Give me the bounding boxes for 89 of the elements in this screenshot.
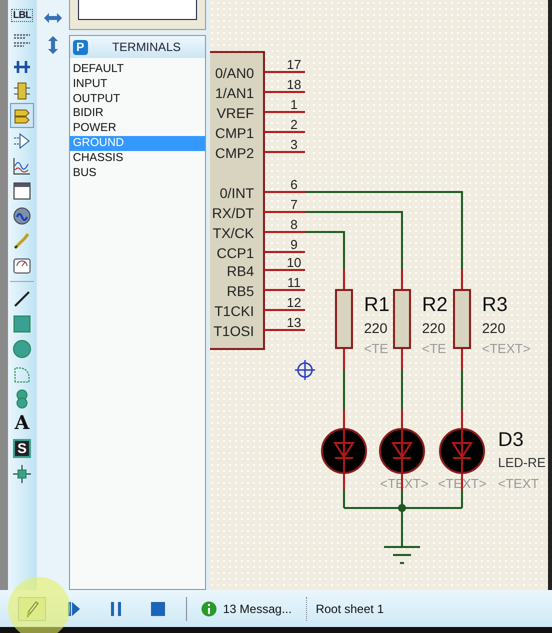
wire — [401, 370, 404, 410]
pin-number: 12 — [286, 295, 302, 310]
resistor-name: R3 — [482, 294, 508, 316]
terminal-item[interactable]: INPUT — [70, 76, 206, 92]
resistor-value: 220 — [482, 320, 506, 336]
terminal-item[interactable]: BUS — [70, 166, 206, 180]
messages-status[interactable]: 13 Messag... — [223, 602, 292, 616]
pin-label: RB4 — [226, 263, 254, 279]
resistor-name: R1 — [364, 294, 390, 316]
pin-line — [264, 111, 306, 113]
pin-number: 1 — [290, 97, 298, 112]
pin-label: CMP1 — [215, 125, 254, 141]
sheet-status: Root sheet 1 — [316, 602, 384, 616]
terminal-item[interactable]: OUTPUT — [70, 92, 206, 106]
wire — [461, 370, 464, 410]
resistor-text: <TE — [364, 341, 388, 356]
pin-line — [264, 231, 306, 233]
pin-number: 7 — [290, 197, 298, 212]
pin-line — [264, 211, 306, 213]
pin-line — [264, 289, 306, 291]
resistor-text: <TEXT> — [482, 341, 530, 356]
resistor-name: R2 — [422, 294, 448, 316]
box-icon — [12, 314, 32, 334]
pin-label: VREF — [216, 105, 254, 121]
pin-number: 6 — [290, 177, 298, 192]
pin-line — [264, 71, 306, 73]
resistor-drawing — [453, 289, 472, 349]
pick-button[interactable]: P — [72, 40, 88, 54]
stop-icon — [149, 600, 167, 618]
origin-marker-icon — [294, 359, 316, 381]
instrument-icon — [12, 256, 32, 276]
pin-label: 0/INT — [220, 185, 254, 201]
pin-label: 0/AN0 — [215, 65, 254, 81]
pin-number: 9 — [290, 237, 298, 252]
pin-label: T1CKI — [214, 303, 254, 319]
text-tool-glyph: A — [14, 414, 30, 433]
pin-line — [264, 251, 306, 253]
pin-label: CMP2 — [215, 145, 254, 161]
graph-icon — [12, 156, 32, 176]
pin-line — [264, 329, 306, 331]
pin-line — [264, 151, 306, 153]
pin-number: 8 — [290, 217, 298, 232]
pin-number: 3 — [290, 137, 298, 152]
pin-label: CCP1 — [216, 245, 254, 261]
pin-line — [264, 131, 306, 133]
ground-symbol — [383, 546, 422, 564]
pin-number: 18 — [286, 77, 302, 92]
port-icon — [12, 130, 32, 150]
pin-label: TX/CK — [212, 225, 254, 241]
terminal-item[interactable]: DEFAULT — [70, 62, 206, 77]
probe-icon — [12, 230, 32, 250]
terminal-item[interactable]: CHASSIS — [70, 150, 206, 166]
pin-label: T1OSI — [214, 323, 254, 339]
subcircuit-icon — [12, 80, 32, 100]
resistor-drawing — [335, 289, 354, 349]
led-value: LED-RE — [498, 455, 546, 470]
pin-number: 11 — [287, 275, 301, 290]
label-tool-glyph: LBL — [11, 9, 33, 22]
resistor-value: 220 — [422, 320, 446, 336]
line-icon — [12, 288, 32, 308]
resistor-drawing — [393, 289, 412, 349]
pin-number: 2 — [290, 117, 298, 132]
pin-label: 1/AN1 — [215, 85, 254, 101]
resistor-value: 220 — [364, 320, 388, 336]
terminal-item[interactable]: BIDIR — [70, 106, 206, 122]
generator-icon — [12, 206, 32, 226]
pin-label: RX/DT — [212, 205, 254, 221]
pin-label: RB5 — [226, 283, 254, 299]
pin-line — [264, 91, 306, 93]
panel-title: TERMINALS — [111, 40, 182, 54]
pin-line — [264, 191, 306, 193]
cursor-highlight — [8, 577, 70, 633]
pin-line — [264, 309, 306, 311]
pin-number: 13 — [286, 315, 302, 330]
wire — [343, 370, 346, 410]
edit-button[interactable] — [18, 596, 46, 620]
pin-number: 10 — [286, 255, 302, 270]
terminal-item[interactable]: POWER — [70, 121, 206, 136]
pin-line — [264, 269, 306, 271]
marker-icon — [12, 464, 32, 484]
tape-icon — [12, 180, 32, 200]
toolbar-tool[interactable]: A — [10, 411, 34, 436]
led-name: D3 — [498, 429, 524, 451]
info-icon[interactable] — [201, 600, 217, 616]
led-text: <TEXT — [498, 476, 539, 491]
circle-icon — [12, 338, 32, 358]
toolbar-tool[interactable]: LBL — [10, 3, 34, 28]
resistor-text: <TE — [422, 341, 446, 356]
pin-number: 17 — [286, 57, 302, 72]
